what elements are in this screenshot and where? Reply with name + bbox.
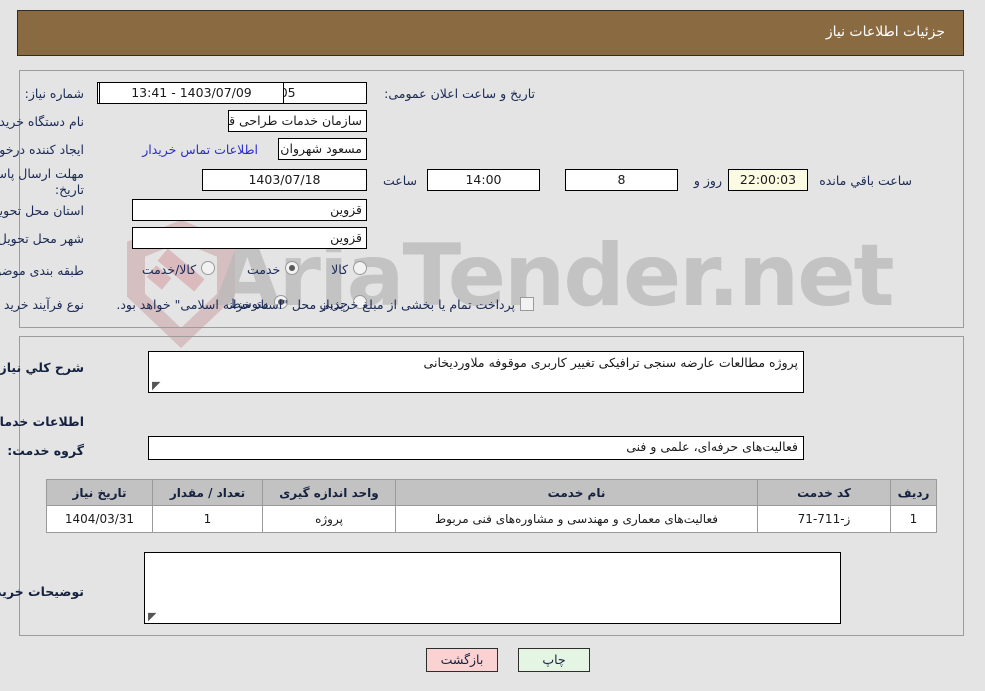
deadline-days-value: 8	[566, 169, 679, 191]
print-button[interactable]: چاپ	[519, 648, 591, 672]
column-header-unit: واحد اندازه گیری	[263, 479, 397, 506]
column-header-need-date: تاریخ نیاز	[47, 479, 154, 506]
cell-unit: پروژه	[263, 505, 397, 533]
deadline-label-line1: مهلت ارسال پاسخ: تا	[0, 166, 85, 181]
column-header-radif: ردیف	[891, 479, 938, 506]
service-group-value: فعالیت‌های حرفه‌ای، علمی و فنی	[627, 439, 799, 454]
deadline-countdown-clock: 22:00:03	[729, 169, 809, 191]
window-title-bar: جزئیات اطلاعات نیاز	[18, 10, 965, 56]
buyer-contact-link[interactable]: اطلاعات تماس خریدار	[143, 142, 259, 157]
services-section-title: اطلاعات خدمات مورد نیاز	[0, 414, 85, 429]
service-group-label: گروه خدمت:	[8, 443, 85, 458]
general-desc-textarea[interactable]: پروژه مطالعات عارضه سنجی ترافیکی تغییر ک…	[149, 351, 805, 393]
cell-service-code: ز-711-71	[758, 505, 892, 533]
category-option-khedmat[interactable]: خدمت	[248, 261, 301, 277]
cell-quantity: 1	[153, 505, 264, 533]
resize-grip-icon[interactable]: ◥	[153, 379, 161, 392]
deadline-label-line2: تاریخ:	[55, 182, 85, 197]
category-option-kala-label: کالا	[332, 262, 349, 277]
category-option-kala[interactable]: کالا	[332, 261, 368, 277]
delivery-province-value: قزوین	[133, 199, 368, 221]
radio-circle-icon[interactable]	[354, 261, 368, 275]
announce-datetime-label: تاریخ و ساعت اعلان عمومی:	[385, 86, 536, 101]
radio-circle-icon[interactable]	[202, 261, 217, 275]
requester-label: ایجاد کننده درخواست:	[0, 142, 85, 157]
delivery-city-value: قزوین	[133, 227, 368, 249]
delivery-city-label: شهر محل تحویل:	[0, 231, 85, 246]
table-header-row: ردیف کد خدمت نام خدمت واحد اندازه گیری ت…	[47, 479, 938, 506]
treasury-checkbox-label: پرداخت تمام یا بخشی از مبلغ خرید،از محل …	[117, 297, 516, 312]
services-table: ردیف کد خدمت نام خدمت واحد اندازه گیری ت…	[47, 479, 938, 533]
buyer-org-label: نام دستگاه خریدار:	[0, 114, 85, 129]
deadline-time-label: ساعت	[383, 173, 418, 188]
need-number-label: شماره نیاز:	[25, 86, 85, 101]
cell-radif: 1	[891, 505, 938, 533]
general-desc-label: شرح کلي نیاز:	[0, 360, 85, 375]
category-option-kala-khedmat[interactable]: کالا/خدمت	[142, 261, 217, 277]
column-header-service-code: کد خدمت	[758, 479, 892, 506]
category-label: طبقه بندی موضوعی:	[0, 263, 85, 278]
delivery-province-label: استان محل تحویل:	[0, 203, 85, 218]
deadline-remaining-label: ساعت باقي مانده	[820, 173, 913, 188]
purchase-type-label: نوع فرآیند خرید :	[0, 297, 85, 312]
deadline-date-value: 1403/07/18	[203, 169, 368, 191]
requester-value: مسعود شهروان مهر کارشناس ترافیک سازمان خ…	[279, 138, 368, 160]
cell-need-date: 1404/03/31	[47, 505, 154, 533]
buyer-org-value: سازمان خدمات طراحی قزوین	[229, 110, 368, 132]
service-group-value-box: فعالیت‌های حرفه‌ای، علمی و فنی	[149, 436, 805, 460]
category-radio-group[interactable]: کالا خدمت کالا/خدمت	[143, 261, 368, 277]
table-row: 1 ز-711-71 فعالیت‌های معماری و مهندسی و …	[47, 505, 938, 533]
checkbox-icon[interactable]	[521, 297, 535, 311]
back-button[interactable]: بازگشت	[427, 648, 499, 672]
deadline-time-value: 14:00	[428, 169, 541, 191]
radio-circle-selected-icon[interactable]	[286, 261, 301, 275]
resize-grip-icon[interactable]: ◥	[149, 610, 157, 623]
buyer-notes-label: توضیحات خریدار:	[0, 584, 85, 599]
announce-datetime-value: 1403/07/09 - 13:41	[100, 82, 285, 104]
treasury-checkbox-row[interactable]: پرداخت تمام یا بخشی از مبلغ خرید،از محل …	[117, 297, 535, 312]
category-option-kala-khedmat-label: کالا/خدمت	[142, 262, 198, 277]
general-desc-value: پروژه مطالعات عارضه سنجی ترافیکی تغییر ک…	[424, 355, 799, 370]
category-option-khedmat-label: خدمت	[248, 262, 282, 277]
cell-service-name: فعالیت‌های معماری و مهندسی و مشاوره‌های …	[396, 505, 759, 533]
column-header-service-name: نام خدمت	[396, 479, 759, 506]
column-header-quantity: تعداد / مقدار	[153, 479, 264, 506]
page-title: جزئیات اطلاعات نیاز	[826, 24, 946, 40]
buyer-notes-textarea[interactable]: ◥	[145, 552, 842, 624]
deadline-days-label: روز و	[694, 173, 723, 188]
